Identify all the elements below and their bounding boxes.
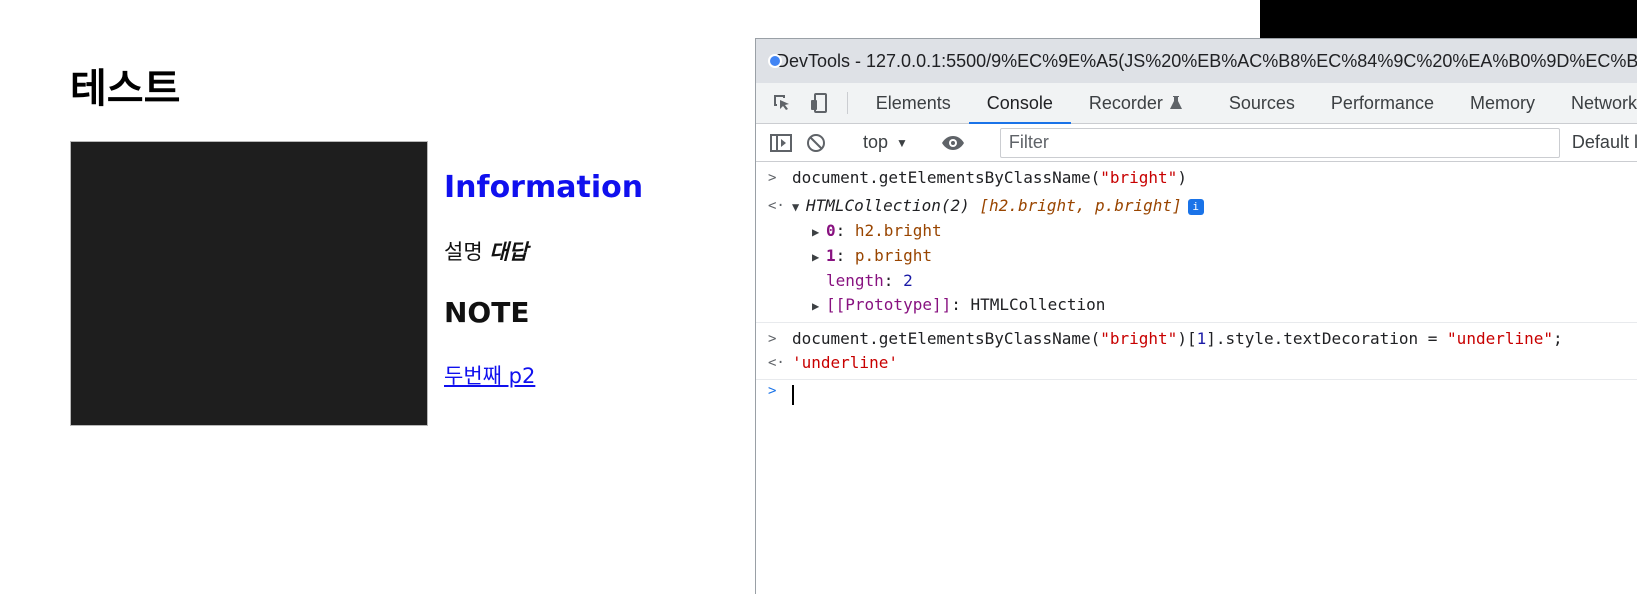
- page-title: 테스트: [70, 66, 181, 112]
- console-output[interactable]: > document.getElementsByClassName("brigh…: [756, 162, 1637, 410]
- input-prompt-icon: >: [768, 331, 777, 347]
- device-toolbar-icon[interactable]: [800, 83, 836, 123]
- filter-input[interactable]: [999, 127, 1560, 158]
- devtools-titlebar: DevTools - 127.0.0.1:5500/9%EC%9E%A5(JS%…: [756, 39, 1637, 83]
- context-value: top: [863, 132, 889, 152]
- inspect-element-icon[interactable]: [764, 83, 800, 123]
- console-entry: > document.getElementsByClassName("brigh…: [756, 323, 1637, 380]
- tab-memory[interactable]: Memory: [1452, 83, 1553, 123]
- devtools-window: DevTools - 127.0.0.1:5500/9%EC%9E%A5(JS%…: [755, 38, 1637, 594]
- tree-item[interactable]: ▶ [[Prototype]]: HTMLCollection: [756, 293, 1637, 318]
- expand-triangle-icon[interactable]: ▶: [812, 220, 826, 244]
- caret-down-icon: ▼: [896, 135, 908, 150]
- note-heading: NOTE: [444, 296, 530, 329]
- context-selector[interactable]: top ▼: [857, 132, 914, 153]
- tree-item[interactable]: ▶ 1: p.bright: [756, 244, 1637, 269]
- description-text: 설명: [444, 240, 483, 264]
- console-prompt[interactable]: >: [756, 380, 1637, 410]
- tab-performance[interactable]: Performance: [1313, 83, 1452, 123]
- tab-recorder-label: Recorder: [1088, 92, 1163, 113]
- eye-icon[interactable]: [935, 135, 971, 151]
- expand-triangle-icon[interactable]: ▼: [792, 195, 806, 219]
- black-strip: [1260, 0, 1637, 38]
- active-prompt-icon: >: [768, 383, 777, 399]
- devtools-tabbar: Elements Console Recorder Sources Perfor…: [756, 83, 1637, 124]
- expand-triangle-icon[interactable]: ▶: [812, 245, 826, 269]
- tree-item[interactable]: ▶ 0: h2.bright: [756, 219, 1637, 244]
- tab-separator: [846, 92, 848, 114]
- clear-console-icon[interactable]: [796, 133, 836, 153]
- text-cursor: [792, 385, 794, 405]
- window-title: DevTools - 127.0.0.1:5500/9%EC%9E%A5(JS%…: [776, 50, 1637, 71]
- tab-elements[interactable]: Elements: [858, 83, 969, 123]
- input-line: > document.getElementsByClassName("brigh…: [756, 166, 1637, 190]
- tab-sources[interactable]: Sources: [1211, 83, 1313, 123]
- input-line: > document.getElementsByClassName("brigh…: [756, 327, 1637, 351]
- console-entry: > document.getElementsByClassName("brigh…: [756, 162, 1637, 323]
- description-emphasis: 대답: [489, 240, 528, 264]
- information-heading: Information: [444, 170, 644, 205]
- result-arrow-icon: <·: [768, 355, 785, 371]
- tree-item: length: 2: [826, 271, 913, 290]
- tab-recorder[interactable]: Recorder: [1071, 83, 1201, 123]
- input-prompt-icon: >: [768, 170, 777, 186]
- flask-icon: [1169, 96, 1182, 109]
- description-paragraph: 설명 대답: [444, 236, 528, 266]
- tab-console[interactable]: Console: [968, 83, 1071, 124]
- black-box: [70, 141, 428, 426]
- tab-network[interactable]: Network: [1553, 83, 1637, 123]
- console-toolbar: top ▼ Default le: [756, 124, 1637, 162]
- result-arrow-icon: <·: [768, 198, 785, 214]
- expand-triangle-icon[interactable]: ▶: [812, 294, 826, 318]
- info-icon[interactable]: i: [1187, 199, 1204, 215]
- second-p2-link[interactable]: 두번째 p2: [444, 360, 535, 390]
- result-line[interactable]: <· ▼ HTMLCollection(2) [h2.bright, p.brig…: [756, 194, 1637, 219]
- sidebar-toggle-icon[interactable]: [766, 133, 796, 153]
- result-line: <· 'underline': [756, 351, 1637, 375]
- log-levels-dropdown[interactable]: Default le: [1572, 132, 1637, 153]
